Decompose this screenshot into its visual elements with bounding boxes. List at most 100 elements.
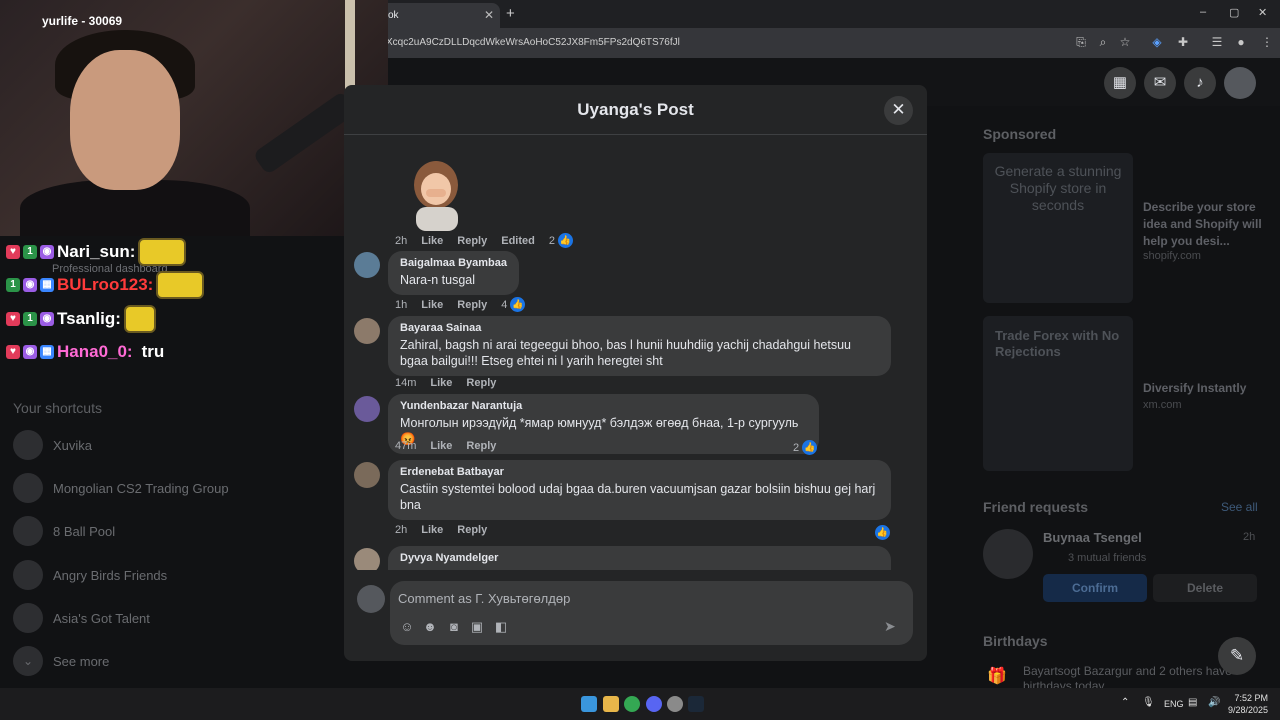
close-window-button[interactable]: ✕ (1258, 6, 1267, 19)
new-tab-button[interactable]: + (506, 5, 515, 22)
chrome-icon[interactable] (624, 696, 640, 712)
sticker-icon[interactable]: ◧ (492, 618, 510, 636)
comment-bubble: Dyvya Nyamdelger (388, 546, 891, 570)
commenter-avatar[interactable] (354, 252, 380, 278)
comment-input[interactable] (398, 589, 878, 607)
microphone-icon[interactable]: 🎙 (1142, 697, 1155, 708)
profile-icon[interactable]: ● (1234, 35, 1248, 49)
friend-request-avatar[interactable] (983, 529, 1033, 579)
commenter-name[interactable]: Dyvya Nyamdelger (400, 552, 879, 564)
camera-icon[interactable]: ◙ (445, 618, 463, 636)
badge-icon: ♥ (6, 245, 20, 259)
reactions-count[interactable]: 👍 (875, 522, 890, 540)
steam-icon[interactable] (688, 696, 704, 712)
reply-button[interactable]: Reply (466, 377, 496, 389)
reading-list-icon[interactable]: ☰ (1210, 35, 1224, 49)
reply-button[interactable]: Reply (457, 299, 487, 311)
emoji-icon[interactable]: ☻ (421, 618, 439, 636)
ad-image[interactable]: Generate a stunning Shopify store in sec… (983, 153, 1133, 303)
commenter-avatar[interactable] (354, 548, 380, 570)
zoom-icon[interactable]: ⌕ (1096, 35, 1110, 49)
commenter-avatar[interactable] (354, 396, 380, 422)
ad-headline[interactable]: Diversify Instantly (1143, 380, 1246, 397)
shortcut-item[interactable]: 8 Ball Pool (13, 516, 115, 546)
reactions-count[interactable]: 2 👍 (549, 233, 573, 248)
ad-image[interactable]: Trade Forex with No Rejections (983, 316, 1133, 471)
tray-chevron-icon[interactable]: ⌃ (1121, 697, 1129, 708)
reply-button[interactable]: Reply (466, 440, 496, 452)
reply-button[interactable]: Reply (457, 524, 487, 536)
puzzle-icon[interactable]: ✚ (1176, 35, 1190, 49)
streamer-label: yurlife - 30069 (42, 14, 123, 28)
ad-domain: xm.com (1143, 399, 1182, 411)
shortcut-item[interactable]: Asia's Got Talent (13, 603, 150, 633)
account-avatar[interactable] (1224, 67, 1256, 99)
commenter-avatar[interactable] (354, 318, 380, 344)
shortcut-item[interactable]: Angry Birds Friends (13, 560, 167, 590)
chat-message: tru (141, 342, 165, 361)
obs-icon[interactable] (667, 696, 683, 712)
install-app-icon[interactable]: ⎘ (1074, 35, 1088, 49)
new-message-button[interactable]: ✎ (1218, 637, 1256, 675)
comment-time: 2h (395, 524, 408, 536)
comment-text: Zahiral, bagsh ni arai tegeegui bhoo, ba… (400, 338, 852, 368)
clock[interactable]: 7:52 PM 9/28/2025 (1228, 692, 1268, 716)
commenter-name[interactable]: Baigalmaa Byambaa (400, 257, 507, 269)
messenger-icon[interactable]: ✉ (1144, 67, 1176, 99)
like-button[interactable]: Like (421, 524, 443, 536)
reactions-count[interactable]: 2 👍 (793, 440, 818, 455)
browser-menu-icon[interactable]: ⋮ (1260, 35, 1274, 49)
file-explorer-icon[interactable] (603, 696, 619, 712)
see-more-button[interactable]: ⌄ See more (13, 646, 109, 676)
ad-headline[interactable]: Describe your store idea and Shopify wil… (1143, 199, 1263, 250)
bookmark-star-icon[interactable]: ☆ (1118, 35, 1132, 49)
like-button[interactable]: Like (430, 377, 452, 389)
confirm-button[interactable]: Confirm (1043, 574, 1147, 602)
see-all-link[interactable]: See all (1221, 500, 1258, 514)
commenter-name[interactable]: Erdenebat Batbayar (400, 466, 879, 478)
like-button[interactable]: Like (421, 235, 443, 247)
webcam-overlay (0, 0, 388, 236)
language-indicator[interactable]: ENG (1164, 699, 1184, 709)
send-icon[interactable]: ➤ (884, 618, 896, 635)
discord-icon[interactable] (646, 696, 662, 712)
commenter-name[interactable]: Bayaraa Sainaa (400, 322, 879, 334)
commenter-name[interactable]: Yundenbazar Narantuja (400, 400, 807, 412)
grid-badge-icon: ▦ (40, 278, 54, 292)
volume-icon[interactable]: 🔊 (1208, 697, 1220, 708)
like-button[interactable]: Like (430, 440, 452, 452)
chat-username: Nari_sun: (57, 242, 136, 261)
url-text[interactable]: Xcqc2uA9CzDLLDqcdWkeWrsAoHoC52JX8Fm5FPs2… (386, 37, 680, 48)
notifications-bell-icon[interactable]: ♪ (1184, 67, 1216, 99)
avatar-sticker-icon[interactable]: ☺ (398, 618, 416, 636)
reply-button[interactable]: Reply (457, 235, 487, 247)
tab-close-icon[interactable]: ✕ (484, 8, 494, 22)
gift-icon: 🎁 (987, 668, 1007, 685)
network-icon[interactable]: ▤ (1188, 697, 1197, 708)
gif-icon[interactable]: ▣ (468, 618, 486, 636)
close-icon[interactable]: ✕ (884, 96, 913, 125)
maximize-button[interactable]: ▢ (1229, 6, 1239, 19)
ad-domain: shopify.com (1143, 250, 1201, 262)
reactions-count[interactable]: 4 👍 (501, 297, 526, 312)
sticker-meta: 2h Like Reply Edited 2 👍 (395, 233, 573, 248)
like-button[interactable]: Like (421, 299, 443, 311)
friend-request-name[interactable]: Buynaa Tsengel (1043, 530, 1142, 545)
extension-icon[interactable]: ◈ (1150, 35, 1164, 49)
windows-start-icon[interactable] (581, 696, 597, 712)
minimize-button[interactable]: ‒ (1200, 6, 1206, 18)
streamer-face (70, 50, 180, 190)
shortcut-item[interactable]: Mongolian CS2 Trading Group (13, 473, 229, 503)
comment-clip: Dyvya Nyamdelger (344, 545, 927, 570)
menu-grid-icon[interactable]: ▦ (1104, 67, 1136, 99)
delete-button[interactable]: Delete (1153, 574, 1257, 602)
commenter-avatar[interactable] (354, 462, 380, 488)
shortcut-avatar (13, 473, 43, 503)
shortcut-item[interactable]: Xuvika (13, 430, 92, 460)
browser-tab[interactable]: ok ✕ (380, 3, 500, 28)
chat-line: ♥ 1 ◉ Tsanlig: (6, 305, 156, 333)
sponsored-title: Sponsored (983, 126, 1057, 142)
thumbs-up-icon: 👍 (557, 233, 573, 248)
chat-line: ♥ 1 ◉ Nari_sun: (6, 238, 187, 266)
chevron-down-icon: ⌄ (13, 646, 43, 676)
